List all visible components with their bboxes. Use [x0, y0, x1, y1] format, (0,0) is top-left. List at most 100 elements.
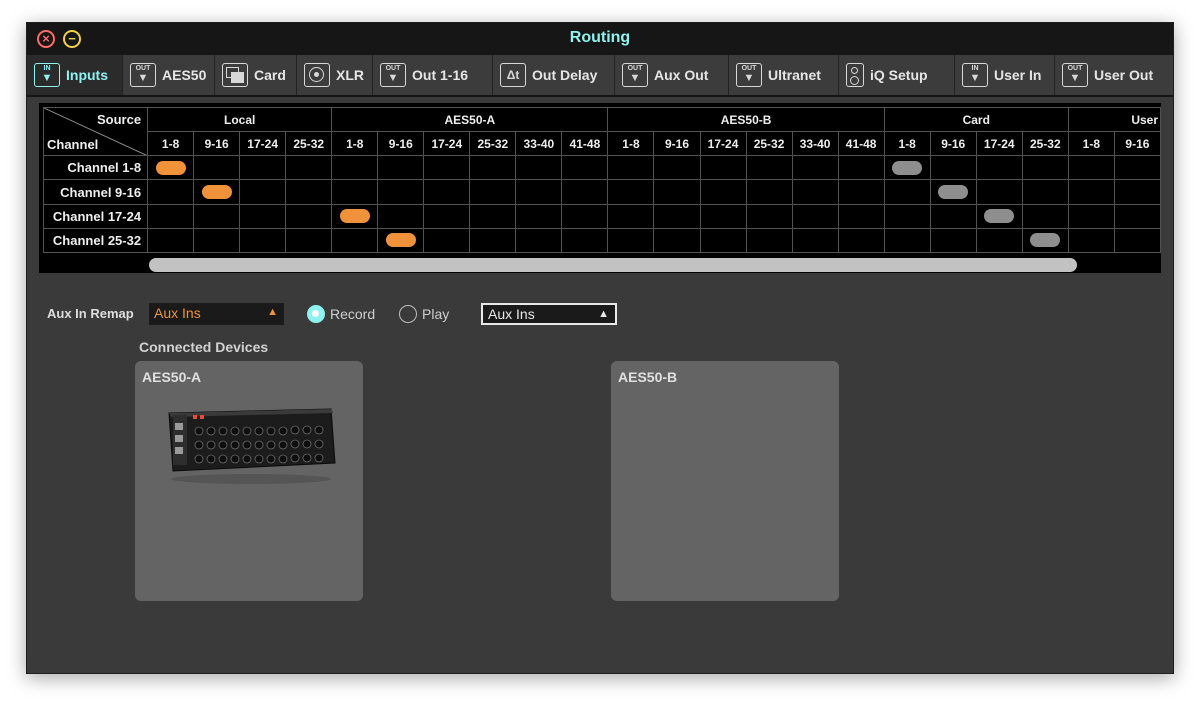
route-indicator[interactable]	[339, 209, 370, 224]
routing-cell[interactable]	[239, 179, 287, 205]
routing-cell[interactable]	[1067, 179, 1115, 205]
routing-cell[interactable]	[699, 227, 747, 254]
tab-iq-setup[interactable]: iQ Setup	[839, 55, 955, 95]
routing-cell[interactable]	[561, 155, 609, 181]
routing-cell[interactable]	[699, 155, 747, 181]
tab-ultranet[interactable]: OUT ▼︎ Ultranet	[729, 55, 839, 95]
routing-cell[interactable]	[975, 155, 1023, 181]
routing-cell[interactable]	[883, 227, 931, 254]
routing-cell[interactable]	[469, 203, 517, 229]
routing-cell[interactable]	[883, 203, 931, 229]
routing-cell[interactable]	[837, 179, 885, 205]
tab-xlr[interactable]: XLR	[297, 55, 373, 95]
routing-cell[interactable]	[1113, 179, 1161, 205]
routing-cell[interactable]	[791, 179, 839, 205]
routing-cell[interactable]	[285, 155, 333, 181]
route-indicator[interactable]	[155, 160, 186, 175]
routing-cell[interactable]	[239, 155, 287, 181]
routing-cell[interactable]	[561, 227, 609, 254]
routing-cell[interactable]	[837, 227, 885, 254]
aux-in-remap-select[interactable]: Aux Ins ▲︎	[149, 303, 284, 325]
routing-cell[interactable]	[515, 155, 563, 181]
scrollbar-thumb[interactable]	[149, 258, 1077, 272]
routing-cell[interactable]	[929, 203, 977, 229]
routing-cell[interactable]	[653, 227, 701, 254]
routing-cell[interactable]	[193, 203, 241, 229]
routing-cell[interactable]	[515, 203, 563, 229]
routing-cell[interactable]	[239, 203, 287, 229]
routing-cell[interactable]	[745, 179, 793, 205]
routing-cell[interactable]	[653, 179, 701, 205]
route-indicator[interactable]	[892, 160, 923, 175]
route-indicator[interactable]	[1030, 233, 1061, 248]
routing-cell[interactable]	[1067, 227, 1115, 254]
routing-cell[interactable]	[745, 203, 793, 229]
routing-cell[interactable]	[607, 203, 655, 229]
routing-cell[interactable]	[791, 227, 839, 254]
tab-aes50[interactable]: OUT ▼︎ AES50	[123, 55, 215, 95]
routing-cell[interactable]	[1021, 179, 1069, 205]
routing-cell[interactable]	[745, 155, 793, 181]
routing-cell[interactable]	[929, 155, 977, 181]
routing-cell[interactable]	[193, 179, 241, 205]
record-radio[interactable]: Record	[307, 303, 375, 325]
routing-cell[interactable]	[1113, 155, 1161, 181]
routing-cell[interactable]	[377, 155, 425, 181]
routing-cell[interactable]	[837, 203, 885, 229]
routing-cell[interactable]	[1113, 227, 1161, 254]
routing-cell[interactable]	[469, 155, 517, 181]
routing-cell[interactable]	[239, 227, 287, 254]
routing-cell[interactable]	[331, 179, 379, 205]
routing-cell[interactable]	[1067, 155, 1115, 181]
routing-cell[interactable]	[377, 227, 425, 254]
routing-cell[interactable]	[469, 227, 517, 254]
routing-cell[interactable]	[653, 203, 701, 229]
routing-cell[interactable]	[285, 179, 333, 205]
routing-cell[interactable]	[883, 155, 931, 181]
routing-cell[interactable]	[423, 179, 471, 205]
tab-inputs[interactable]: IN ▼︎ Inputs	[27, 55, 123, 95]
tab-card[interactable]: Card	[215, 55, 297, 95]
routing-cell[interactable]	[975, 179, 1023, 205]
routing-cell[interactable]	[929, 179, 977, 205]
routing-cell[interactable]	[331, 227, 379, 254]
routing-cell[interactable]	[331, 155, 379, 181]
routing-cell[interactable]	[515, 179, 563, 205]
device-card-aes50-a[interactable]: AES50-A	[135, 361, 363, 601]
routing-cell[interactable]	[561, 203, 609, 229]
route-indicator[interactable]	[984, 209, 1015, 224]
tab-out-delay[interactable]: Δt Out Delay	[493, 55, 615, 95]
routing-cell[interactable]	[607, 227, 655, 254]
route-indicator[interactable]	[201, 185, 232, 200]
routing-cell[interactable]	[975, 227, 1023, 254]
routing-cell[interactable]	[193, 155, 241, 181]
routing-cell[interactable]	[1021, 203, 1069, 229]
route-indicator[interactable]	[385, 233, 416, 248]
routing-cell[interactable]	[1067, 203, 1115, 229]
tab-aux-out[interactable]: OUT ▼︎ Aux Out	[615, 55, 729, 95]
routing-cell[interactable]	[193, 227, 241, 254]
routing-cell[interactable]	[929, 227, 977, 254]
routing-cell[interactable]	[607, 155, 655, 181]
routing-cell[interactable]	[653, 155, 701, 181]
routing-cell[interactable]	[423, 227, 471, 254]
routing-cell[interactable]	[975, 203, 1023, 229]
routing-cell[interactable]	[515, 227, 563, 254]
routing-cell[interactable]	[607, 179, 655, 205]
device-card-aes50-b[interactable]: AES50-B	[611, 361, 839, 601]
routing-cell[interactable]	[377, 179, 425, 205]
routing-cell[interactable]	[699, 179, 747, 205]
routing-cell[interactable]	[147, 155, 195, 181]
routing-cell[interactable]	[1021, 155, 1069, 181]
routing-cell[interactable]	[285, 203, 333, 229]
routing-cell[interactable]	[1113, 203, 1161, 229]
tab-user-out[interactable]: OUT ▼︎ User Out	[1055, 55, 1173, 95]
routing-cell[interactable]	[147, 203, 195, 229]
routing-cell[interactable]	[423, 203, 471, 229]
routing-cell[interactable]	[423, 155, 471, 181]
routing-cell[interactable]	[331, 203, 379, 229]
routing-cell[interactable]	[561, 179, 609, 205]
play-radio[interactable]: Play	[399, 303, 449, 325]
routing-cell[interactable]	[745, 227, 793, 254]
routing-cell[interactable]	[791, 155, 839, 181]
